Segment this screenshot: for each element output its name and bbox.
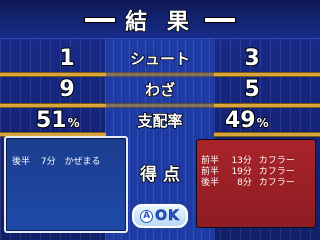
home-moves: 9 [58,76,75,103]
home-possession-unit: % [67,115,81,131]
possession-label: 支配率 [137,111,184,131]
scorer-half: 後半 [12,157,31,167]
away-possession: 49% [224,107,305,134]
scorer-minute: 7分 [40,157,56,167]
scorer-half: 後半 [201,178,220,188]
home-possession-value: 51 [35,107,68,134]
shots-label: シュート [129,49,191,69]
scorer-row: 後半 8分 カフラー [201,175,295,188]
home-shots: 1 [58,45,75,72]
ok-button[interactable]: A OK [132,204,188,228]
stat-rail [106,104,214,107]
stat-rail [106,73,214,76]
a-button-icon: A [140,209,154,223]
away-moves: 5 [243,76,260,103]
result-title-text: 結 果 [124,9,195,36]
stat-rail [214,73,320,76]
away-possession-unit: % [256,115,270,131]
moves-label: わざ [144,80,176,100]
result-title: 結 果 [0,4,320,36]
match-result-screen: 結 果 1 シュート 3 9 わざ 5 51% 支配率 49% 後半 7分 かぜ… [0,0,320,240]
scorer-row: 後半 7分 かぜまる [12,154,101,167]
scorer-name: かぜまる [64,157,101,167]
stat-rail [214,104,320,107]
away-scorers-panel: 前半 13分 カフラー 前半 19分 カフラー 後半 8分 カフラー [196,139,316,228]
stat-rail [0,104,106,107]
stat-rail [0,73,106,76]
scorer-name: カフラー [258,178,295,188]
ok-button-label: OK [155,208,180,225]
away-possession-value: 49 [224,107,257,134]
title-dash-right [204,18,235,22]
goals-label: 得 点 [139,164,180,186]
home-possession: 51% [35,107,116,134]
title-dash-left [85,18,116,22]
scorer-minute: 8分 [237,178,252,188]
away-shots: 3 [243,45,260,72]
